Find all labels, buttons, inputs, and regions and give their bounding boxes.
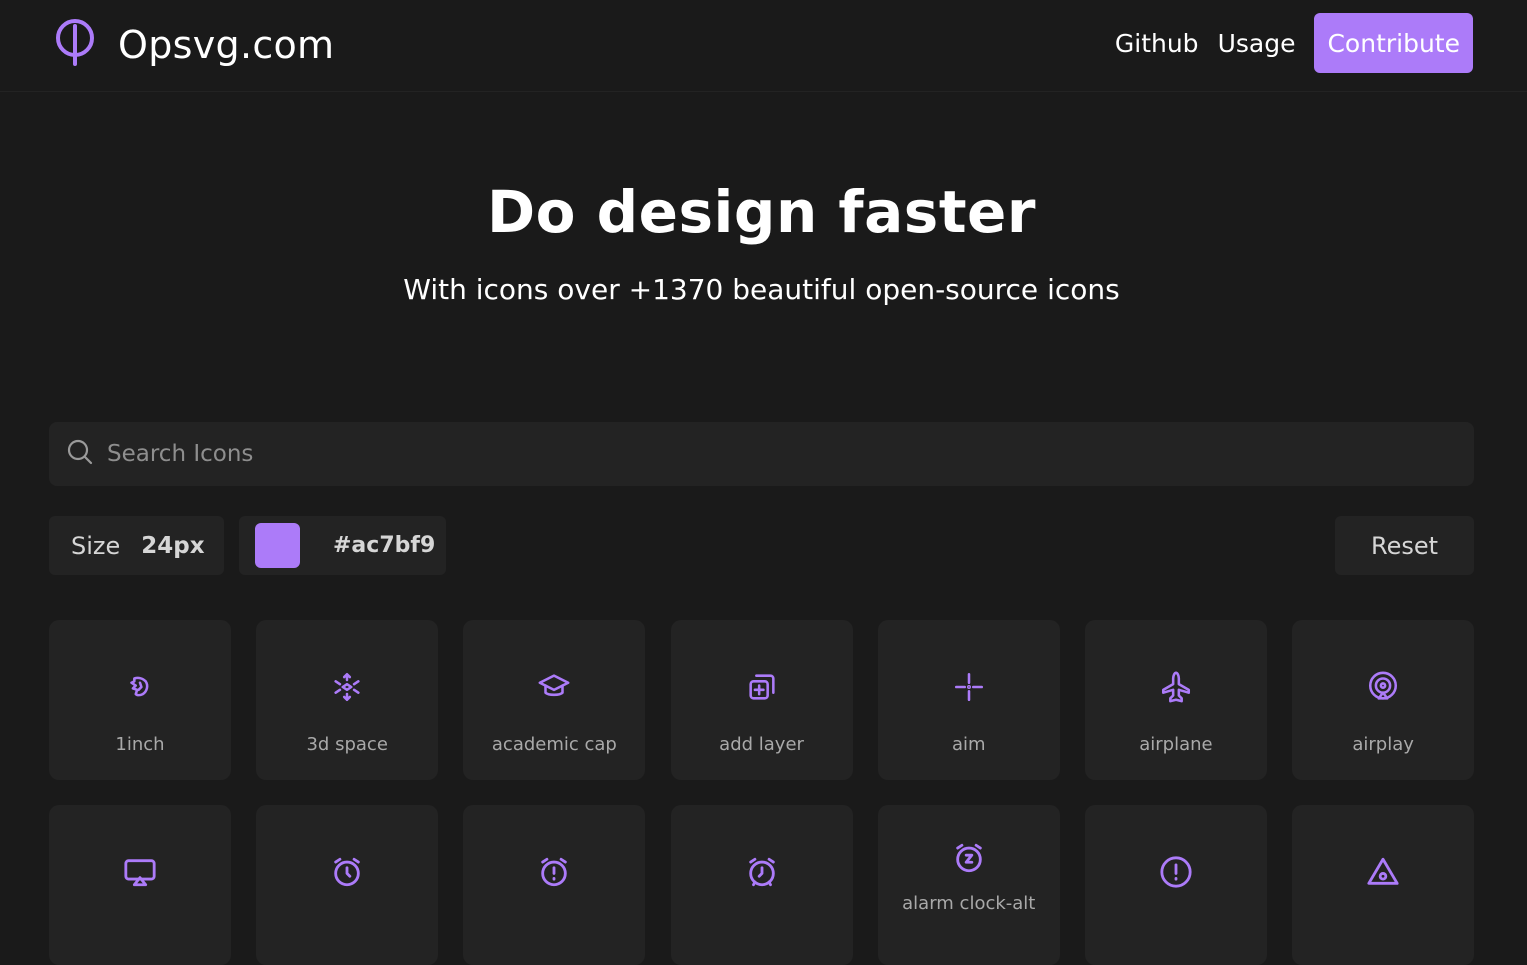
icon-card-label: 3d space: [306, 734, 388, 755]
color-swatch[interactable]: [255, 523, 300, 568]
aim-icon: [952, 670, 986, 704]
icon-card[interactable]: [49, 805, 231, 965]
add-layer-icon: [745, 670, 779, 704]
academic-cap-icon: [537, 670, 571, 704]
icon-card-label: airplane: [1139, 734, 1213, 755]
icon-card[interactable]: aim: [877, 620, 1060, 780]
icon-card[interactable]: airplane: [1084, 620, 1267, 780]
reset-button[interactable]: Reset: [1335, 516, 1474, 575]
3d-space-icon: [330, 670, 364, 704]
icon-card[interactable]: [1292, 805, 1475, 965]
1inch-icon: [123, 670, 157, 704]
alarm-clock-icon: [330, 855, 364, 889]
opsvg-logo-icon: [54, 18, 98, 72]
icon-card[interactable]: [256, 805, 439, 965]
icon-card[interactable]: [1084, 805, 1267, 965]
alarm-clock-check-icon: [745, 855, 779, 889]
airplane-icon: [1159, 670, 1193, 704]
alert-circle-icon: [1159, 855, 1193, 889]
airplay-icon: [1366, 670, 1400, 704]
icon-card-label: 1inch: [115, 734, 165, 755]
hero-title: Do design faster: [486, 178, 1036, 246]
icon-card[interactable]: add layer: [670, 620, 853, 780]
search-icon: [67, 439, 93, 469]
main-nav: Github Usage Contribute: [1115, 13, 1473, 73]
top-navbar: Opsvg.com Github Usage Contribute: [0, 0, 1527, 92]
icon-card[interactable]: [670, 805, 853, 965]
contribute-button[interactable]: Contribute: [1314, 13, 1473, 73]
search-bar[interactable]: [49, 422, 1474, 486]
icon-card-label: aim: [951, 734, 986, 755]
icon-card[interactable]: alarm clock-alt: [877, 805, 1060, 965]
nav-usage-link[interactable]: Usage: [1218, 29, 1296, 58]
size-control[interactable]: Size 24px: [49, 516, 224, 575]
hero-subtitle: With icons over +1370 beautiful open-sou…: [403, 273, 1120, 306]
icon-card-label: airplay: [1352, 734, 1414, 755]
size-value[interactable]: 24px: [141, 533, 204, 559]
icon-card[interactable]: airplay: [1292, 620, 1475, 780]
search-input[interactable]: [107, 441, 1407, 467]
brand-logo[interactable]: Opsvg.com: [54, 18, 334, 72]
color-control[interactable]: #ac7bf9: [239, 516, 446, 575]
icon-card[interactable]: [463, 805, 646, 965]
airplay-screen-icon: [123, 855, 157, 889]
icon-card[interactable]: academic cap: [463, 620, 646, 780]
alert-triangle-icon: [1366, 855, 1400, 889]
nav-github-link[interactable]: Github: [1115, 29, 1199, 58]
icon-card-label: academic cap: [491, 734, 617, 755]
size-label: Size: [71, 531, 121, 560]
icon-card[interactable]: 3d space: [256, 620, 439, 780]
icon-grid: 1inch 3d space academic cap add layer ai…: [49, 620, 1475, 965]
icon-card-label: add layer: [719, 734, 804, 755]
color-value[interactable]: #ac7bf9: [333, 533, 435, 558]
icon-card-label: alarm clock-alt: [902, 893, 1036, 914]
icon-card[interactable]: 1inch: [49, 620, 231, 780]
brand-name: Opsvg.com: [118, 23, 335, 67]
alarm-clock-alt-icon: [952, 841, 986, 875]
alarm-clock-exclamation-icon: [537, 855, 571, 889]
